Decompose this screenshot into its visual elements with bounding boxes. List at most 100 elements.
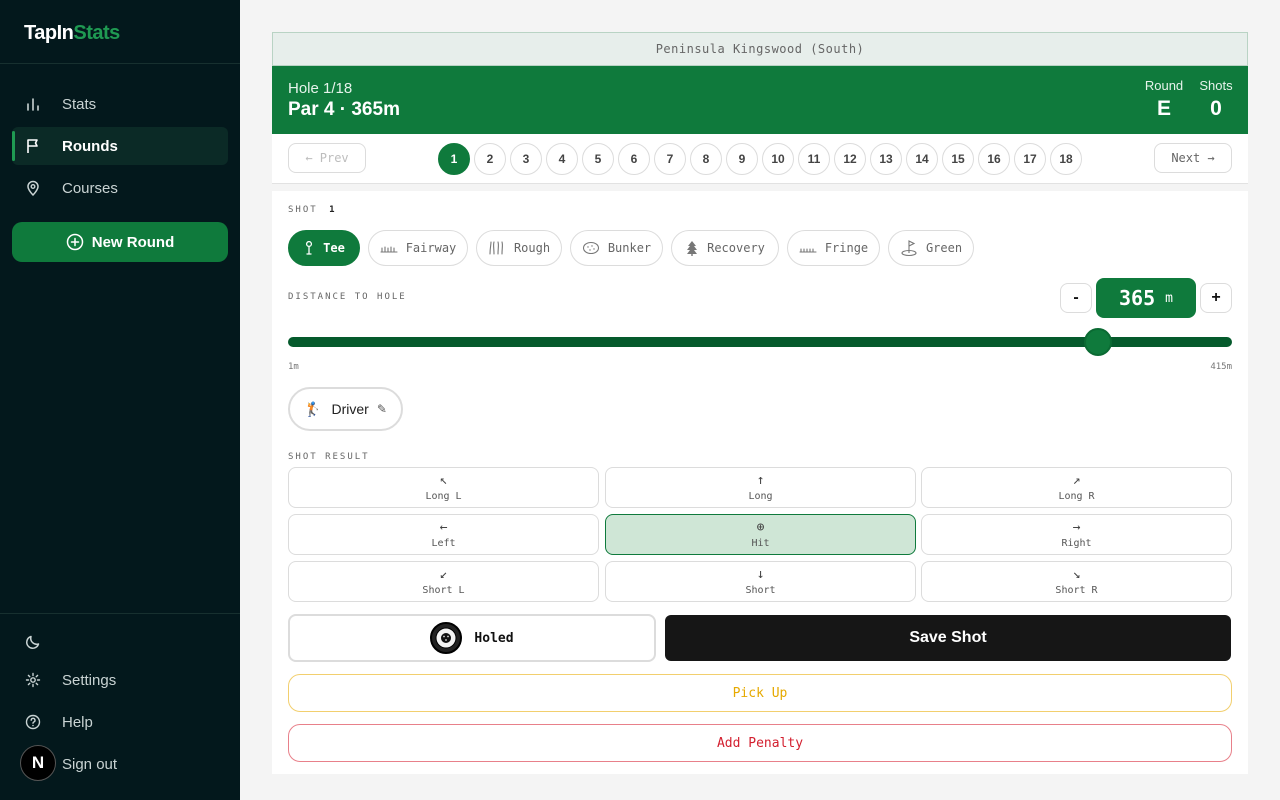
result-long-r-button[interactable]: ↗ Long R — [921, 467, 1232, 508]
result-long-button[interactable]: ↑ Long — [605, 467, 916, 508]
shots-value: 0 — [1210, 97, 1222, 120]
new-round-button[interactable]: New Round — [12, 222, 228, 262]
hole-button-16[interactable]: 16 — [978, 143, 1010, 175]
hole-button-2[interactable]: 2 — [474, 143, 506, 175]
direction-arrow-icon: ↙ — [439, 567, 448, 582]
lie-tee-button[interactable]: Tee — [288, 230, 360, 266]
hole-number: Hole 1/18 — [288, 80, 353, 97]
golfer-icon: 🏌 — [304, 400, 322, 417]
map-pin-icon — [24, 179, 42, 197]
hole-button-9[interactable]: 9 — [726, 143, 758, 175]
shot-card: SHOT 1 Tee Fairway Rough Bunker Recovery — [272, 191, 1248, 774]
slider-max-label: 415m — [1210, 362, 1232, 372]
hole-button-14[interactable]: 14 — [906, 143, 938, 175]
distance-display[interactable]: 365 m — [1096, 278, 1196, 318]
lie-label: Recovery — [707, 241, 765, 255]
logo-text-stats: Stats — [73, 22, 120, 44]
hole-button-3[interactable]: 3 — [510, 143, 542, 175]
slider-min-label: 1m — [288, 362, 299, 372]
sidebar-item-rounds[interactable]: Rounds — [12, 127, 228, 165]
hole-button-13[interactable]: 13 — [870, 143, 902, 175]
result-short-l-button[interactable]: ↙ Short L — [288, 561, 599, 602]
sidebar-item-label: Help — [62, 713, 93, 731]
sidebar-item-help[interactable]: Help — [12, 704, 228, 740]
sidebar-item-label: Stats — [62, 95, 97, 113]
hole-button-5[interactable]: 5 — [582, 143, 614, 175]
sidebar-item-settings[interactable]: Settings — [12, 662, 228, 698]
lie-fairway-button[interactable]: Fairway — [368, 230, 468, 266]
hole-button-10[interactable]: 10 — [762, 143, 794, 175]
result-label: Short L — [422, 585, 465, 596]
result-label: Long L — [425, 491, 462, 502]
new-round-label: New Round — [91, 233, 175, 251]
hole-button-8[interactable]: 8 — [690, 143, 722, 175]
direction-arrow-icon: ↓ — [756, 567, 765, 582]
lie-bunker-button[interactable]: Bunker — [570, 230, 663, 266]
tree-icon — [685, 240, 699, 256]
distance-increase-button[interactable]: + — [1200, 283, 1232, 313]
lie-fringe-button[interactable]: Fringe — [787, 230, 880, 266]
result-hit-button[interactable]: ⊕ Hit — [605, 514, 916, 555]
sidebar-item-courses[interactable]: Courses — [12, 169, 228, 207]
lie-label: Rough — [513, 241, 551, 255]
shots-label: Shots — [1199, 78, 1233, 93]
shot-result-label: SHOT RESULT — [288, 452, 370, 462]
distance-decrease-button[interactable]: - — [1060, 283, 1092, 313]
direction-arrow-icon: ← — [439, 520, 448, 535]
prev-hole-button[interactable]: ← Prev — [288, 143, 366, 173]
round-score-label: Round — [1144, 78, 1184, 93]
club-label: Driver — [331, 401, 369, 417]
hole-button-6[interactable]: 6 — [618, 143, 650, 175]
lie-label: Bunker — [607, 241, 652, 255]
rough-icon — [488, 241, 506, 255]
hole-button-15[interactable]: 15 — [942, 143, 974, 175]
round-score-value: E — [1156, 97, 1171, 120]
distance-label: DISTANCE TO HOLE — [288, 292, 407, 302]
club-selector-button[interactable]: 🏌 Driver ✎ — [288, 387, 403, 431]
hole-button-11[interactable]: 11 — [798, 143, 830, 175]
lie-label: Tee — [323, 241, 345, 255]
lie-rough-button[interactable]: Rough — [476, 230, 562, 266]
lie-recovery-button[interactable]: Recovery — [671, 230, 779, 266]
theme-toggle-button[interactable] — [12, 624, 228, 660]
lie-green-button[interactable]: Green — [888, 230, 974, 266]
logo-text-tapin: TapIn — [24, 22, 74, 44]
flag-icon — [24, 137, 42, 155]
result-right-button[interactable]: → Right — [921, 514, 1232, 555]
result-left-button[interactable]: ← Left — [288, 514, 599, 555]
result-label: Left — [431, 538, 456, 549]
distance-value: 365 — [1119, 286, 1156, 310]
hole-button-4[interactable]: 4 — [546, 143, 578, 175]
lie-label: Fairway — [405, 241, 457, 255]
next-hole-button[interactable]: Next → — [1154, 143, 1232, 173]
course-name-bar: Peninsula Kingswood (South) — [272, 32, 1248, 66]
result-short-button[interactable]: ↓ Short — [605, 561, 916, 602]
app-logo[interactable]: TapInStats — [24, 22, 120, 45]
fringe-icon — [799, 243, 817, 253]
hole-button-1[interactable]: 1 — [438, 143, 470, 175]
result-label: Hit — [751, 538, 770, 549]
shot-label: SHOT 1 — [288, 205, 337, 215]
holed-button[interactable]: Holed — [288, 614, 656, 662]
distance-slider-thumb[interactable] — [1083, 328, 1112, 356]
sidebar-item-stats[interactable]: Stats — [12, 85, 228, 123]
add-penalty-button[interactable]: Add Penalty — [288, 724, 1232, 762]
sidebar-divider — [0, 613, 240, 614]
hole-button-7[interactable]: 7 — [654, 143, 686, 175]
hole-button-17[interactable]: 17 — [1014, 143, 1046, 175]
result-short-r-button[interactable]: ↘ Short R — [921, 561, 1232, 602]
bunker-icon — [582, 241, 600, 255]
save-shot-button[interactable]: Save Shot — [665, 615, 1231, 661]
hole-button-12[interactable]: 12 — [834, 143, 866, 175]
tee-icon — [303, 241, 315, 255]
pick-up-button[interactable]: Pick Up — [288, 674, 1232, 712]
sidebar-item-label: Sign out — [62, 755, 118, 773]
direction-arrow-icon: ↑ — [756, 473, 765, 488]
holed-label: Holed — [474, 630, 514, 646]
hole-button-18[interactable]: 18 — [1050, 143, 1082, 175]
result-long-l-button[interactable]: ↖ Long L — [288, 467, 599, 508]
help-circle-icon — [24, 713, 42, 731]
result-label: Right — [1061, 538, 1092, 549]
distance-unit: m — [1165, 290, 1173, 306]
avatar[interactable]: N — [20, 745, 56, 781]
